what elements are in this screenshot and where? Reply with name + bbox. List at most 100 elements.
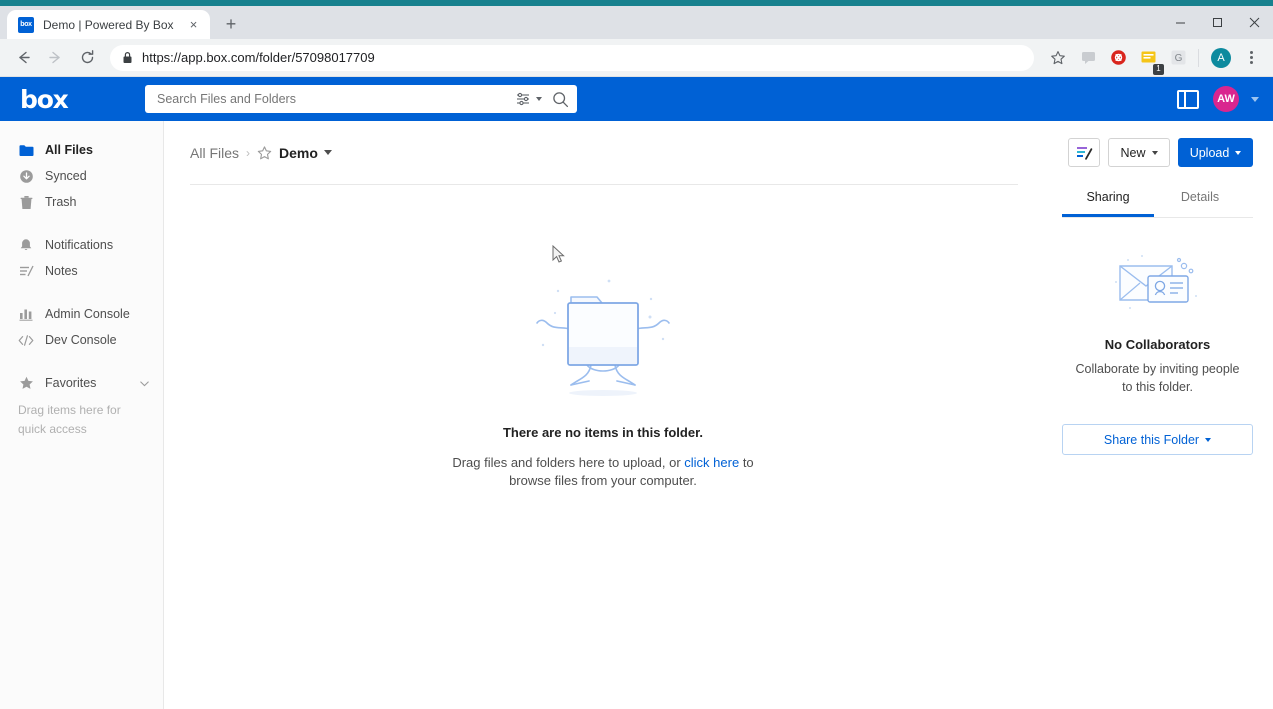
header-right-controls: AW: [1177, 86, 1259, 112]
chevron-down-icon[interactable]: [536, 97, 542, 101]
minimize-icon[interactable]: [1162, 6, 1199, 39]
sidebar-item-notes[interactable]: Notes: [0, 258, 163, 284]
box-note-icon[interactable]: [1068, 138, 1100, 167]
new-button-label: New: [1121, 146, 1146, 160]
sidebar-divider-3: [0, 353, 163, 370]
sidebar-item-label: Dev Console: [45, 333, 117, 347]
new-button[interactable]: New: [1108, 138, 1170, 167]
bell-icon: [18, 237, 34, 253]
kebab-dots: [1250, 51, 1253, 64]
no-collaborators-panel: No Collaborators Collaborate by inviting…: [1062, 218, 1253, 455]
share-button-label: Share this Folder: [1104, 433, 1199, 447]
sidebar-item-dev-console[interactable]: Dev Console: [0, 327, 163, 353]
right-sidebar: New Upload Sharing Details: [1042, 121, 1273, 709]
sidebar-item-label: All Files: [45, 143, 93, 157]
search-input[interactable]: [157, 92, 516, 106]
side-panel-toggle-icon[interactable]: [1177, 90, 1199, 109]
tab-title: Demo | Powered By Box: [43, 18, 185, 32]
toolbar-icons: 1 G A: [1042, 44, 1265, 72]
breadcrumb: All Files › Demo: [164, 121, 1042, 184]
forward-icon[interactable]: [40, 43, 70, 73]
address-bar[interactable]: https://app.box.com/folder/57098017709: [110, 45, 1034, 71]
upload-button[interactable]: Upload: [1178, 138, 1253, 167]
close-icon[interactable]: ×: [185, 16, 202, 33]
url-text: https://app.box.com/folder/57098017709: [142, 50, 375, 65]
sidebar-item-label: Favorites: [45, 376, 96, 390]
trash-icon: [18, 194, 34, 210]
search-filter-icon[interactable]: [516, 92, 531, 106]
sidebar-item-notifications[interactable]: Notifications: [0, 232, 163, 258]
sidebar-item-label: Notes: [45, 264, 78, 278]
window-close-icon[interactable]: [1236, 6, 1273, 39]
synced-icon: [18, 168, 34, 184]
sidebar-item-favorites[interactable]: Favorites: [0, 370, 163, 396]
toolbar-divider: [1198, 49, 1199, 67]
share-this-folder-button[interactable]: Share this Folder: [1062, 424, 1253, 455]
lock-icon: [122, 51, 133, 64]
breadcrumb-current[interactable]: Demo: [279, 145, 318, 161]
box-logo[interactable]: box: [20, 87, 145, 112]
empty-state-subtitle: Drag files and folders here to upload, o…: [443, 454, 763, 490]
favorites-hint: Drag items here for quick access: [0, 401, 130, 439]
empty-folder-state: There are no items in this folder. Drag …: [164, 185, 1042, 709]
rail-action-bar: New Upload: [1062, 121, 1253, 184]
extension-icon[interactable]: 1: [1134, 44, 1162, 72]
upload-button-label: Upload: [1190, 146, 1230, 160]
star-outline-icon[interactable]: [257, 146, 272, 160]
sidebar-item-trash[interactable]: Trash: [0, 189, 163, 215]
sidebar-item-label: Synced: [45, 169, 87, 183]
reload-icon[interactable]: [72, 43, 102, 73]
sidebar-item-label: Notifications: [45, 238, 113, 252]
maximize-icon[interactable]: [1199, 6, 1236, 39]
main-content: All Files › Demo: [164, 121, 1042, 709]
browser-tabstrip: box Demo | Powered By Box × +: [0, 6, 1273, 39]
chevron-down-icon[interactable]: [1251, 97, 1259, 102]
no-collaborators-illustration: [1062, 252, 1253, 319]
avatar-initials: AW: [1217, 93, 1235, 105]
sidebar-item-label: Trash: [45, 195, 77, 209]
star-filled-icon: [18, 375, 34, 391]
browser-toolbar: https://app.box.com/folder/57098017709 1…: [0, 39, 1273, 77]
sidebar-item-synced[interactable]: Synced: [0, 163, 163, 189]
svg-text:G: G: [1174, 53, 1182, 64]
adblock-icon[interactable]: [1104, 44, 1132, 72]
bookmark-star-icon[interactable]: [1044, 44, 1072, 72]
favicon-label: box: [20, 21, 32, 28]
chrome-menu-icon[interactable]: [1237, 44, 1265, 72]
extension-badge: 1: [1153, 64, 1164, 75]
sidebar: All Files Synced Trash Notifications: [0, 121, 164, 709]
chevron-down-icon: [1205, 438, 1211, 442]
no-collaborators-text: Collaborate by inviting people to this f…: [1062, 360, 1253, 396]
grammarly-g-icon[interactable]: G: [1164, 44, 1192, 72]
new-tab-button[interactable]: +: [217, 10, 245, 38]
box-app-header: box AW: [0, 77, 1273, 121]
chat-bubble-icon[interactable]: [1074, 44, 1102, 72]
window-controls: [1162, 6, 1273, 39]
chevron-down-icon[interactable]: [140, 376, 149, 390]
rail-tabs: Sharing Details: [1062, 184, 1253, 218]
sidebar-item-admin-console[interactable]: Admin Console: [0, 301, 163, 327]
profile-initial: A: [1211, 48, 1231, 68]
search-icon[interactable]: [552, 91, 569, 108]
code-icon: [18, 332, 34, 348]
notes-icon: [18, 263, 34, 279]
breadcrumb-all-files[interactable]: All Files: [190, 145, 239, 161]
click-here-link[interactable]: click here: [684, 455, 739, 470]
tab-sharing[interactable]: Sharing: [1062, 184, 1154, 217]
app-body: All Files Synced Trash Notifications: [0, 121, 1273, 709]
empty-state-title: There are no items in this folder.: [503, 425, 703, 440]
browser-tab[interactable]: box Demo | Powered By Box ×: [7, 10, 210, 39]
chrome-profile-avatar[interactable]: A: [1207, 44, 1235, 72]
folder-icon: [18, 142, 34, 158]
empty-folder-illustration: [513, 273, 693, 403]
sidebar-item-all-files[interactable]: All Files: [0, 137, 163, 163]
breadcrumb-separator: ›: [246, 146, 250, 160]
tab-details[interactable]: Details: [1154, 184, 1246, 217]
no-collaborators-title: No Collaborators: [1062, 337, 1253, 352]
back-icon[interactable]: [8, 43, 38, 73]
sidebar-item-label: Admin Console: [45, 307, 130, 321]
chevron-down-icon[interactable]: [324, 150, 332, 155]
sidebar-divider-2: [0, 284, 163, 301]
avatar[interactable]: AW: [1213, 86, 1239, 112]
search-bar[interactable]: [145, 85, 577, 113]
